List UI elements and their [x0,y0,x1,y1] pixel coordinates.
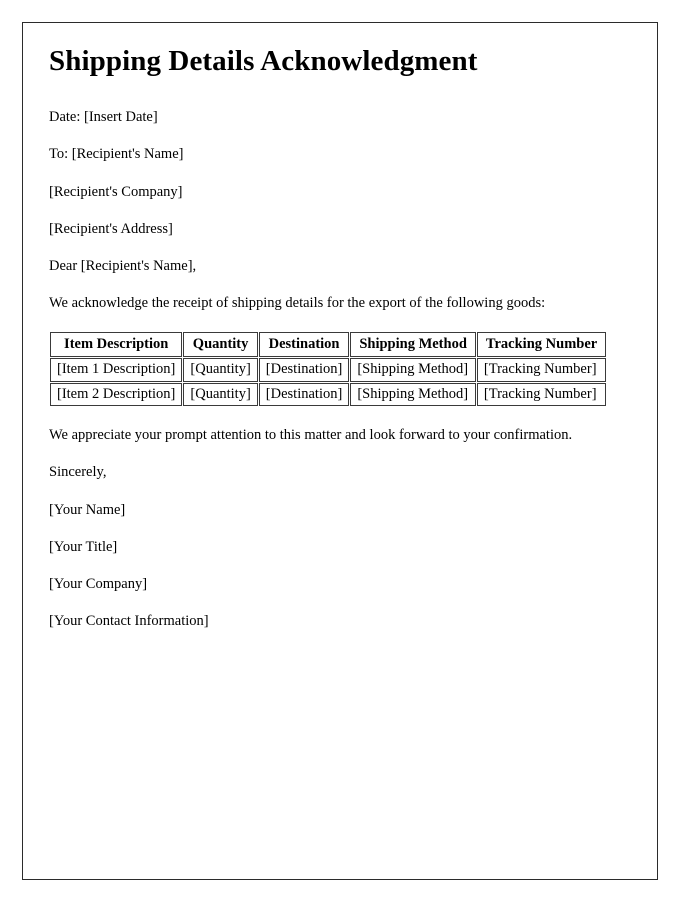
intro-paragraph: We acknowledge the receipt of shipping d… [49,294,546,311]
shipping-details-table: Item Description Quantity Destination Sh… [49,331,607,407]
signature-title: [Your Title] [49,538,118,555]
signature-company: [Your Company] [49,575,148,592]
signature-name: [Your Name] [49,501,126,518]
recipient-name-line: To: [Recipient's Name] [49,146,184,163]
cell-tracking-number: [Tracking Number] [476,358,607,382]
column-header-shipping-method: Shipping Method [350,332,476,358]
column-header-tracking-number: Tracking Number [476,332,607,358]
document-content: Shipping Details Acknowledgment Date: [I… [23,23,657,630]
table-header-row: Item Description Quantity Destination Sh… [50,332,607,358]
date-line: Date: [Insert Date] [49,109,158,126]
column-header-quantity: Quantity [183,332,258,358]
cell-item-description: [Item 1 Description] [50,358,183,382]
recipient-address-line: [Recipient's Address] [49,220,173,237]
cell-item-description: [Item 2 Description] [50,382,183,407]
cell-shipping-method: [Shipping Method] [350,358,476,382]
document-page: Shipping Details Acknowledgment Date: [I… [22,22,658,880]
page-title: Shipping Details Acknowledgment [49,45,478,77]
cell-quantity: [Quantity] [183,382,258,407]
table-row: [Item 2 Description] [Quantity] [Destina… [50,382,607,407]
signature-contact: [Your Contact Information] [49,612,209,629]
cell-quantity: [Quantity] [183,358,258,382]
cell-destination: [Destination] [258,382,350,407]
sign-off-line: Sincerely, [49,464,107,481]
closing-paragraph: We appreciate your prompt attention to t… [49,427,573,444]
cell-tracking-number: [Tracking Number] [476,382,607,407]
column-header-item-description: Item Description [50,332,183,358]
table-row: [Item 1 Description] [Quantity] [Destina… [50,358,607,382]
table-body: [Item 1 Description] [Quantity] [Destina… [50,358,607,407]
cell-shipping-method: [Shipping Method] [350,382,476,407]
salutation-line: Dear [Recipient's Name], [49,257,197,274]
table-header: Item Description Quantity Destination Sh… [50,332,607,358]
column-header-destination: Destination [258,332,350,358]
cell-destination: [Destination] [258,358,350,382]
recipient-company-line: [Recipient's Company] [49,183,183,200]
